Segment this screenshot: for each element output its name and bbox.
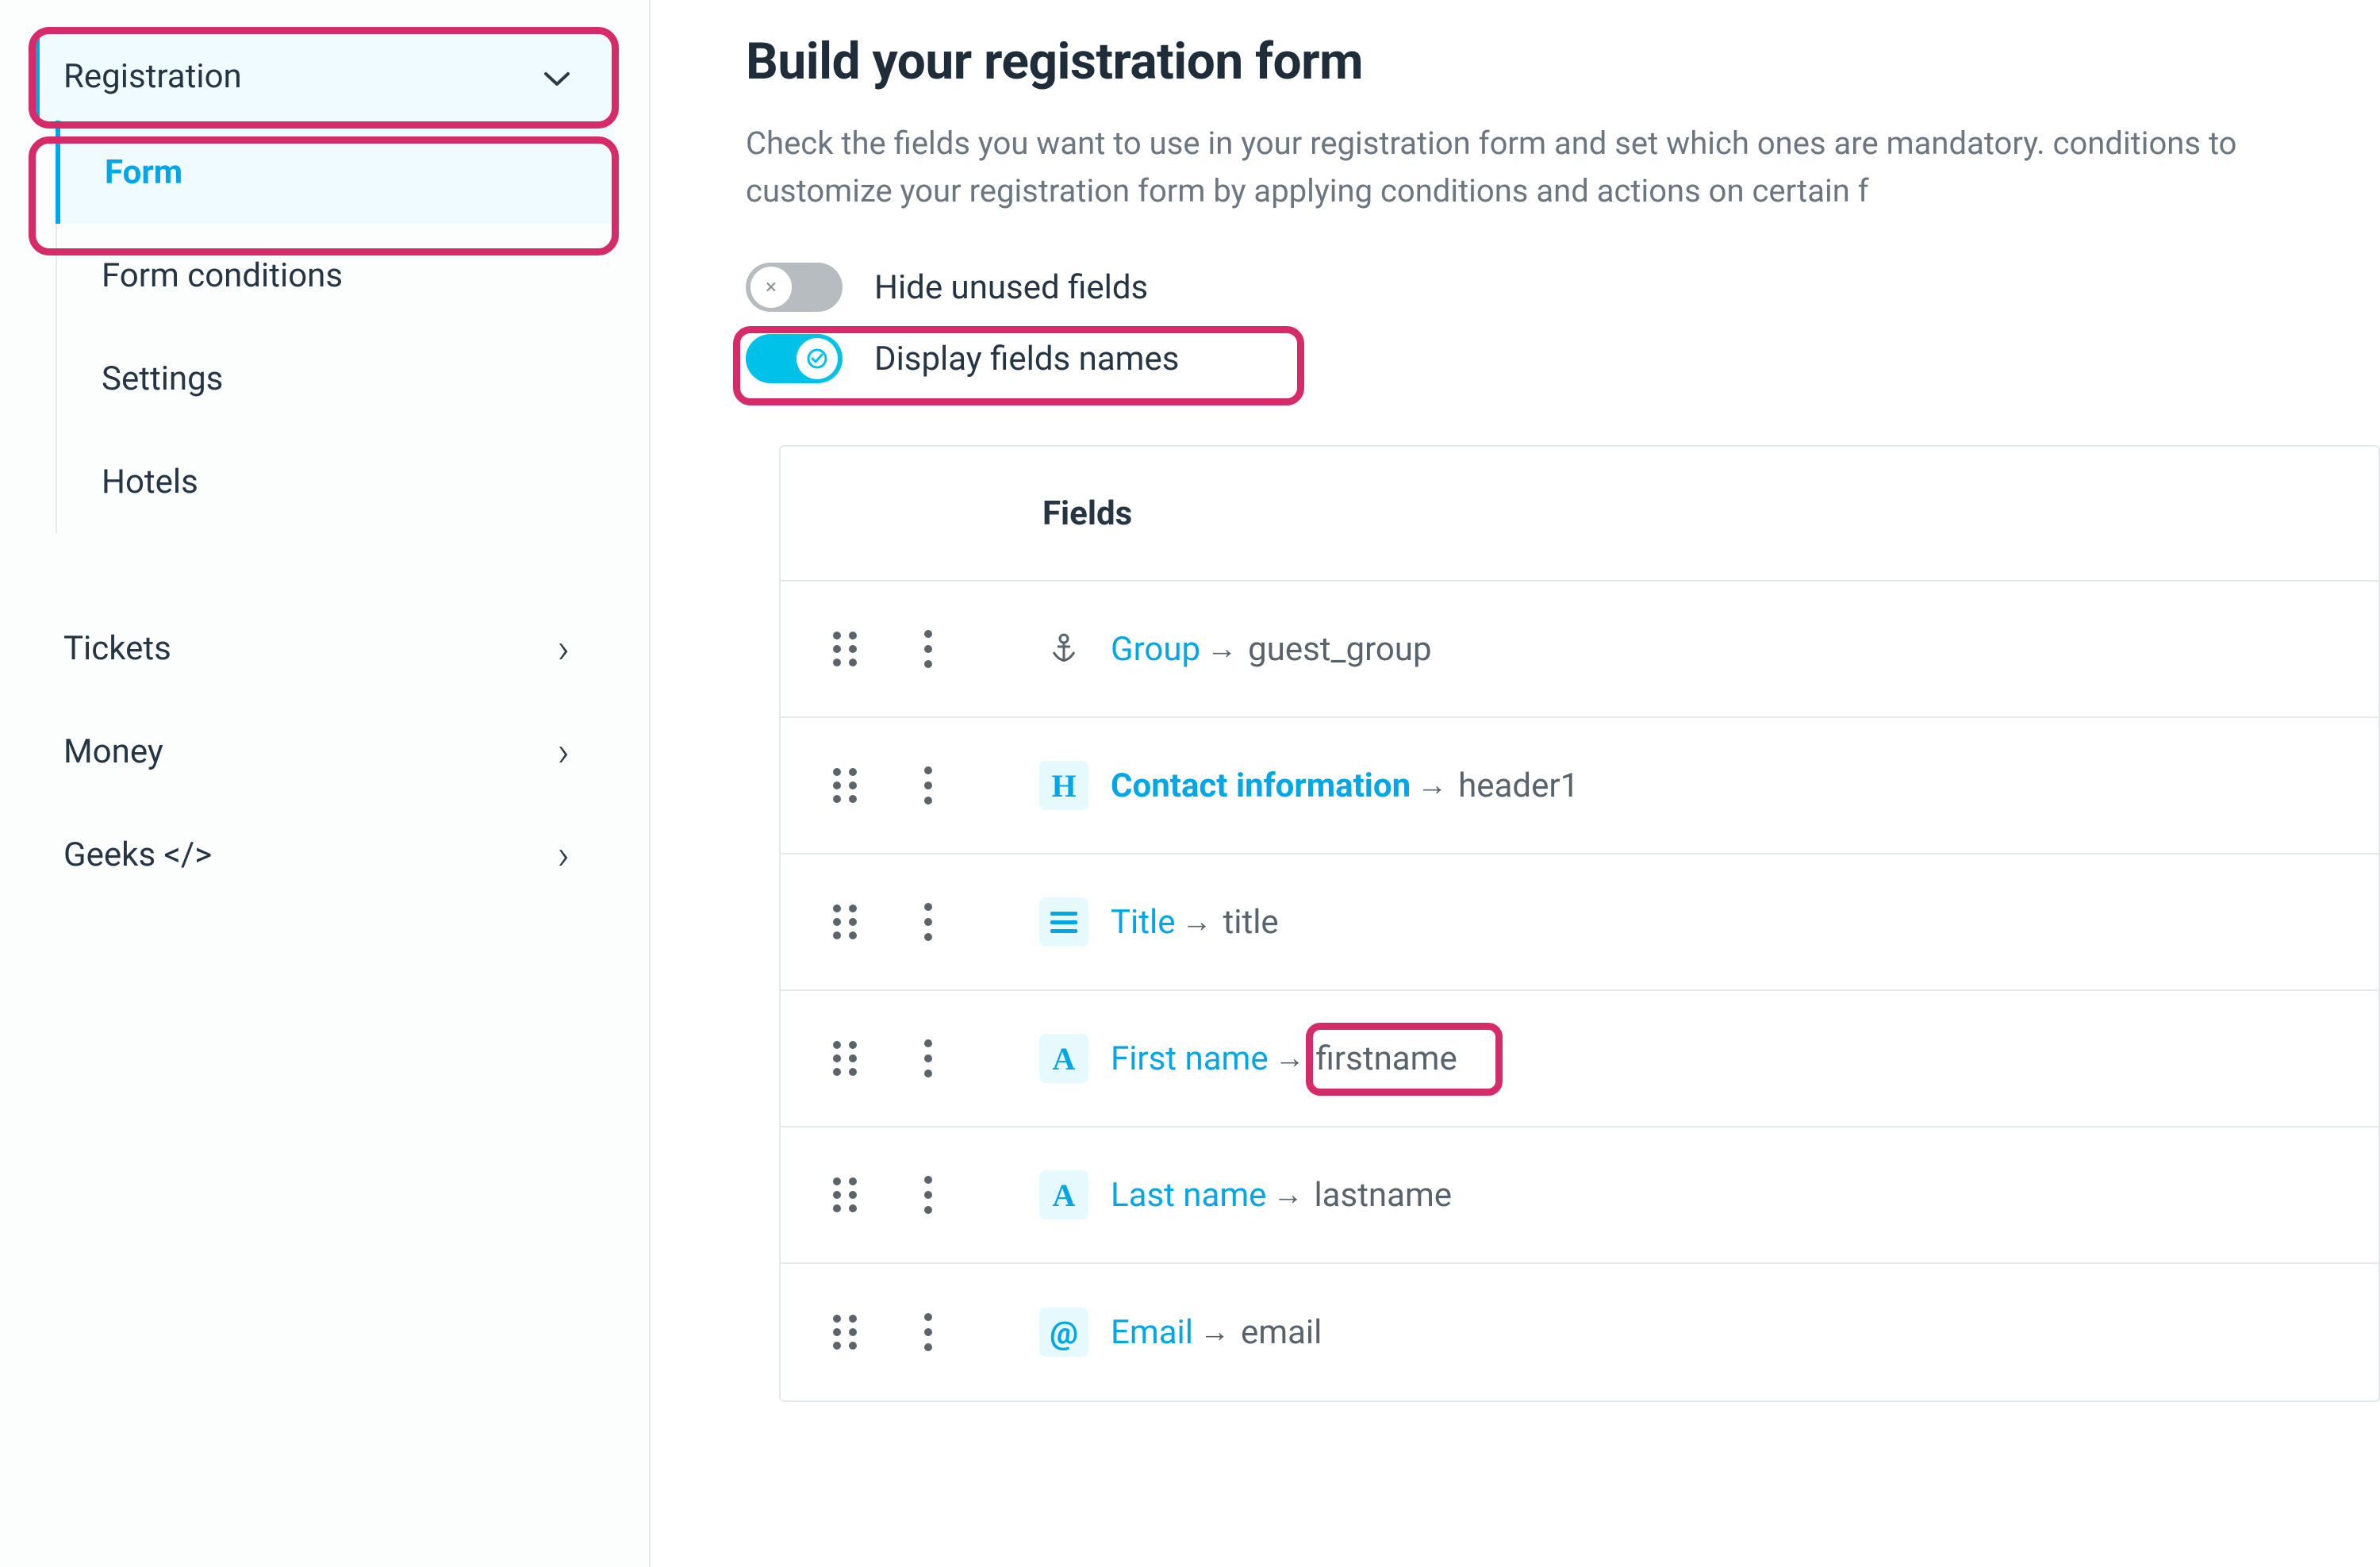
field-label[interactable]: Email <box>1111 1313 1193 1352</box>
chevron-down-icon <box>544 58 570 95</box>
field-row: A First name → firstname <box>781 991 2378 1127</box>
sidebar-section-money[interactable]: Money › <box>35 700 614 803</box>
page-title: Build your registration form <box>746 32 2380 91</box>
email-type-icon: @ <box>1039 1308 1088 1357</box>
sidebar-item-form[interactable]: Form <box>56 121 614 224</box>
field-internal-name: firstname <box>1316 1039 1457 1078</box>
sidebar-item-hotels[interactable]: Hotels <box>57 430 614 533</box>
sidebar-item-label: Hotels <box>102 463 198 501</box>
sidebar-section-registration[interactable]: Registration <box>35 32 614 121</box>
chevron-right-icon: › <box>558 624 570 673</box>
field-row: @ Email → email <box>781 1264 2378 1400</box>
toggle-display-names: Display fields names <box>746 334 2380 383</box>
field-label[interactable]: Title <box>1111 903 1176 942</box>
arrow-right-icon: → <box>1273 1177 1303 1212</box>
sidebar-item-label: Form conditions <box>102 256 343 295</box>
fields-header-row: Fields <box>781 447 2378 582</box>
field-internal-name: guest_group <box>1248 630 1431 669</box>
chevron-right-icon: › <box>558 728 570 776</box>
main-content: Build your registration form Check the f… <box>651 0 2380 1567</box>
row-menu-button[interactable] <box>873 903 984 941</box>
drag-handle-icon[interactable] <box>817 1039 873 1078</box>
toggle-hide-unused: × Hide unused fields <box>746 263 2380 312</box>
drag-handle-icon[interactable] <box>817 1312 873 1352</box>
text-type-icon: A <box>1039 1034 1088 1083</box>
field-label[interactable]: Contact information <box>1111 766 1411 805</box>
sidebar-section-label: Geeks </> <box>63 835 212 874</box>
field-row: Title → title <box>781 855 2378 991</box>
chevron-right-icon: › <box>558 831 570 879</box>
sidebar: Registration Form Form conditions Settin… <box>0 0 651 1567</box>
field-internal-name: header1 <box>1458 766 1579 805</box>
toggle-knob <box>797 338 838 379</box>
sidebar-sub-items: Form Form conditions Settings Hotels <box>56 121 614 533</box>
sidebar-section-label: Tickets <box>63 629 171 668</box>
sidebar-section-label: Registration <box>63 57 242 96</box>
drag-handle-icon[interactable] <box>817 629 873 669</box>
field-internal-name: email <box>1241 1313 1322 1352</box>
field-label[interactable]: Last name <box>1111 1176 1266 1215</box>
arrow-right-icon: → <box>1182 904 1212 939</box>
sidebar-item-form-conditions[interactable]: Form conditions <box>57 224 614 327</box>
field-internal-name: lastname <box>1314 1176 1452 1215</box>
row-menu-button[interactable] <box>873 1176 984 1214</box>
arrow-right-icon: → <box>1417 768 1447 803</box>
select-type-icon <box>1039 897 1088 947</box>
toggle-switch-hide-unused[interactable]: × <box>746 263 843 312</box>
sidebar-item-label: Settings <box>102 359 223 398</box>
sidebar-section-label: Money <box>63 732 163 771</box>
row-menu-button[interactable] <box>873 630 984 668</box>
sidebar-item-label: Form <box>105 153 182 192</box>
page-subtitle: Check the fields you want to use in your… <box>746 120 2380 215</box>
drag-handle-icon[interactable] <box>817 766 873 805</box>
fields-panel: Fields Group → guest_group H Co <box>779 445 2380 1402</box>
fields-header-label: Fields <box>1042 494 1132 533</box>
text-type-icon: A <box>1039 1170 1088 1219</box>
row-menu-button[interactable] <box>873 1313 984 1351</box>
drag-handle-icon[interactable] <box>817 902 873 942</box>
toggle-label: Display fields names <box>874 340 1179 378</box>
field-internal-name: title <box>1223 903 1279 942</box>
row-menu-button[interactable] <box>873 766 984 805</box>
field-row: Group → guest_group <box>781 582 2378 718</box>
field-row: H Contact information → header1 <box>781 718 2378 855</box>
header-type-icon: H <box>1039 761 1088 810</box>
toggle-label: Hide unused fields <box>874 268 1148 307</box>
field-label[interactable]: First name <box>1111 1039 1269 1078</box>
arrow-right-icon: → <box>1207 632 1237 666</box>
sidebar-item-settings[interactable]: Settings <box>57 327 614 430</box>
sidebar-section-geeks[interactable]: Geeks </> › <box>35 803 614 906</box>
arrow-right-icon: → <box>1200 1315 1230 1350</box>
sidebar-section-tickets[interactable]: Tickets › <box>35 597 614 700</box>
field-label[interactable]: Group <box>1111 630 1200 669</box>
drag-handle-icon[interactable] <box>817 1175 873 1215</box>
arrow-right-icon: → <box>1275 1041 1305 1076</box>
toggle-knob: × <box>750 267 792 308</box>
field-row: A Last name → lastname <box>781 1127 2378 1264</box>
row-menu-button[interactable] <box>873 1039 984 1077</box>
toggle-switch-display-names[interactable] <box>746 334 843 383</box>
toggles: × Hide unused fields Display fields name… <box>746 263 2380 383</box>
anchor-icon <box>1039 624 1088 674</box>
